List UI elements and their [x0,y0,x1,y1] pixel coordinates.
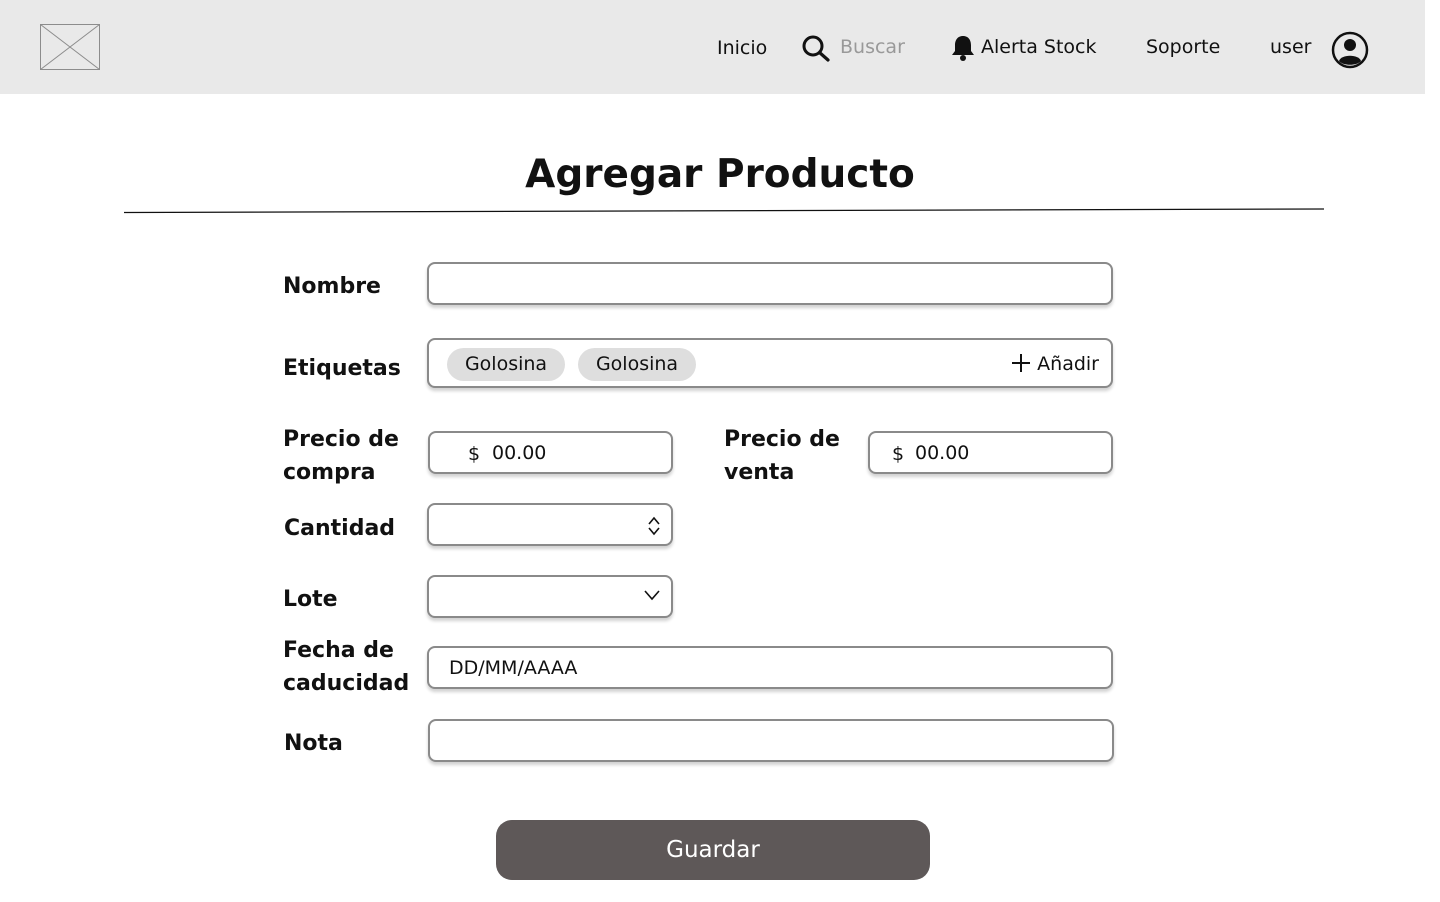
sale-price-label-line1: Precio de [724,427,840,452]
purchase-price-currency: $ [468,443,481,465]
nav-stock-alert-link[interactable]: Alerta Stock [981,34,1097,60]
add-tag-button[interactable]: Añadir [1011,348,1099,381]
batch-label: Lote [283,587,338,612]
sale-price-input[interactable] [915,441,1090,465]
quantity-input[interactable] [447,513,627,537]
expiry-label: Fecha de caducidad [283,634,409,700]
nav-support-link[interactable]: Soporte [1146,34,1220,60]
name-label: Nombre [283,274,381,299]
save-button[interactable]: Guardar [496,820,930,880]
purchase-price-label: Precio de compra [283,423,399,489]
tag-chip[interactable]: Golosina [578,348,696,381]
chevron-down-icon[interactable] [643,589,661,601]
nav-home-link[interactable]: Inicio [717,35,767,61]
search-icon[interactable] [801,34,831,62]
expiry-date-field[interactable] [427,646,1113,689]
tags-field[interactable]: Golosina Golosina Añadir [427,338,1113,388]
user-avatar-icon[interactable] [1330,30,1370,70]
expiry-date-input[interactable] [449,656,1089,680]
sale-price-label-line2: venta [724,460,795,485]
top-navigation-bar: Inicio Alerta Stock Soporte user [0,0,1425,94]
note-input[interactable] [448,729,1088,753]
page-title: Agregar Producto [525,152,915,197]
note-label: Nota [284,731,343,756]
batch-select[interactable] [427,575,673,618]
tag-chip[interactable]: Golosina [447,348,565,381]
nav-user-label[interactable]: user [1270,34,1311,60]
sale-price-field[interactable]: $ [868,431,1113,474]
expiry-label-line1: Fecha de [283,638,394,663]
search-input[interactable] [840,32,930,62]
add-tag-label: Añadir [1037,353,1099,375]
purchase-price-field[interactable]: $ [428,431,673,474]
quantity-stepper[interactable] [427,503,673,546]
bell-icon [952,36,974,61]
stepper-arrows-icon[interactable] [647,516,661,536]
plus-icon [1012,354,1031,372]
quantity-label: Cantidad [284,516,396,541]
tags-label: Etiquetas [283,356,401,381]
sale-price-label: Precio de venta [724,423,840,489]
note-field[interactable] [428,719,1114,762]
expiry-label-line2: caducidad [283,671,410,696]
purchase-price-label-line1: Precio de [283,427,399,452]
logo-placeholder-icon[interactable] [40,24,100,70]
purchase-price-label-line2: compra [283,460,376,485]
name-input[interactable] [447,272,1087,296]
name-field[interactable] [427,262,1113,305]
title-divider [124,208,1324,214]
sale-price-currency: $ [892,443,905,465]
purchase-price-input[interactable] [492,441,652,465]
